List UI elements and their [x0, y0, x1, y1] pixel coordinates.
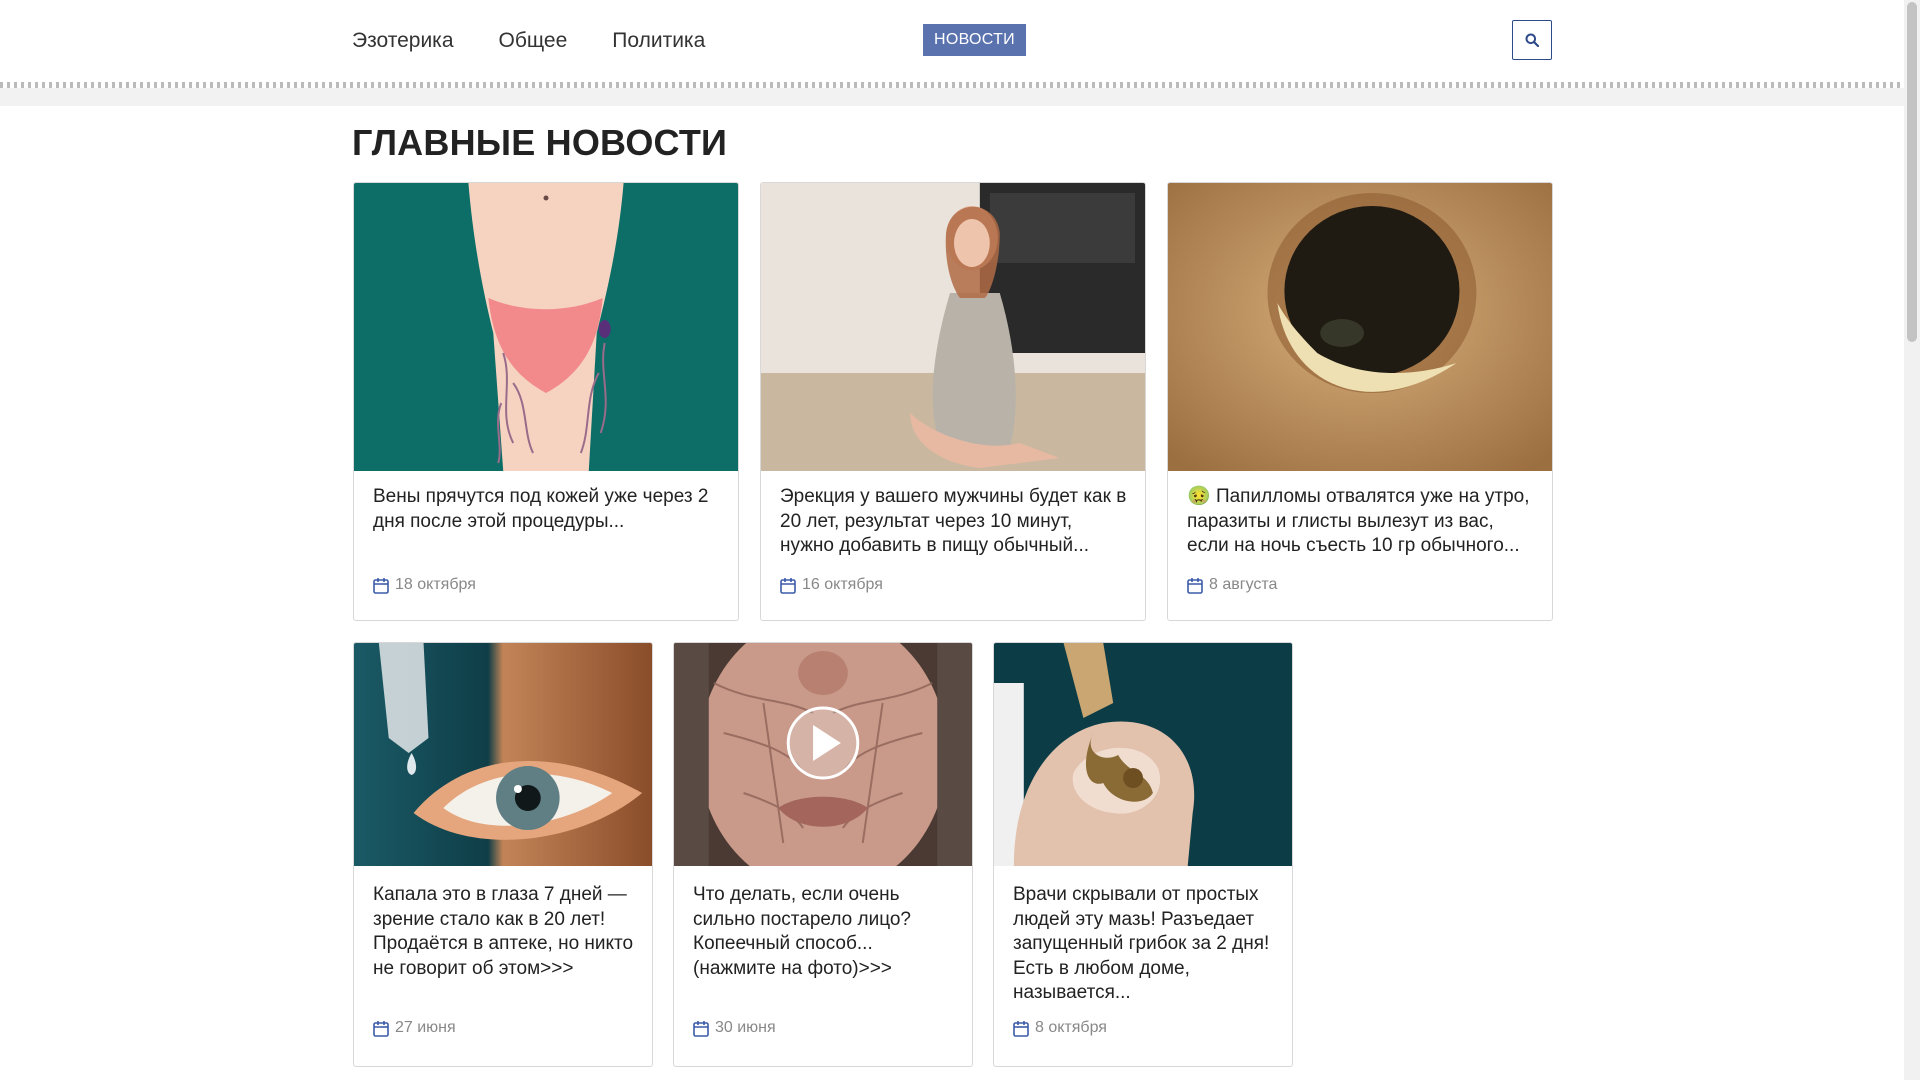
news-card[interactable]: Врачи скрывали от простых людей эту мазь…	[993, 642, 1293, 1067]
card-date: 16 октября	[780, 576, 883, 594]
card-title[interactable]: Что делать, если очень сильно постарело …	[693, 883, 956, 981]
page-scrollbar[interactable]	[1904, 0, 1920, 1080]
card-image-wrinkled-face[interactable]	[674, 643, 972, 866]
card-title[interactable]: Врачи скрывали от простых людей эту мазь…	[1013, 883, 1276, 1006]
scrollbar-thumb[interactable]	[1907, 2, 1917, 342]
card-title[interactable]: Вены прячутся под кожей уже через 2 дня …	[373, 485, 722, 534]
card-date: 18 октября	[373, 576, 476, 594]
news-card[interactable]: 🤢 Папилломы отвалятся уже на утро, параз…	[1167, 182, 1553, 621]
card-image-skin-closeup[interactable]	[1168, 183, 1552, 471]
search-icon	[1525, 33, 1539, 47]
card-date: 8 октября	[1013, 1019, 1107, 1037]
calendar-icon	[1013, 1020, 1029, 1037]
search-button[interactable]	[1512, 20, 1552, 60]
header-separator	[0, 88, 1904, 106]
nav-item-general[interactable]: Общее	[499, 26, 568, 56]
calendar-icon	[1187, 577, 1203, 594]
news-card[interactable]: Что делать, если очень сильно постарело …	[673, 642, 973, 1067]
nauseated-face-emoji: 🤢	[1187, 486, 1211, 507]
card-date-text: 8 августа	[1209, 576, 1278, 593]
nav-item-esoterics[interactable]: Эзотерика	[352, 26, 454, 56]
calendar-icon	[373, 577, 389, 594]
card-date-text: 27 июня	[395, 1019, 456, 1036]
calendar-icon	[373, 1020, 389, 1037]
news-card[interactable]: Вены прячутся под кожей уже через 2 дня …	[353, 182, 739, 621]
card-image-ointment[interactable]	[994, 643, 1292, 866]
card-title[interactable]: 🤢 Папилломы отвалятся уже на утро, параз…	[1187, 485, 1536, 559]
section-heading: ГЛАВНЫЕ НОВОСТИ	[352, 122, 728, 163]
card-date-text: 18 октября	[395, 576, 476, 593]
calendar-icon	[693, 1020, 709, 1037]
card-date: 27 июня	[373, 1019, 456, 1037]
card-date: 8 августа	[1187, 576, 1277, 594]
calendar-icon	[780, 577, 796, 594]
card-image-veins[interactable]	[354, 183, 738, 471]
card-date-text: 16 октября	[802, 576, 883, 593]
main-nav: Эзотерика Общее Политика	[352, 26, 705, 56]
news-card[interactable]: Капала это в глаза 7 дней — зрение стало…	[353, 642, 653, 1067]
card-image-woman[interactable]	[761, 183, 1145, 471]
news-badge[interactable]: НОВОСТИ	[923, 24, 1026, 56]
card-date: 30 июня	[693, 1019, 776, 1037]
card-image-eye-drops[interactable]	[354, 643, 652, 866]
card-title[interactable]: Эрекция у вашего мужчины будет как в 20 …	[780, 485, 1129, 559]
nav-item-politics[interactable]: Политика	[612, 26, 705, 56]
card-date-text: 8 октября	[1035, 1019, 1107, 1036]
top-navigation-bar: Эзотерика Общее Политика НОВОСТИ	[0, 0, 1904, 82]
card-date-text: 30 июня	[715, 1019, 776, 1036]
play-icon	[786, 706, 860, 780]
news-card[interactable]: Эрекция у вашего мужчины будет как в 20 …	[760, 182, 1146, 621]
card-title[interactable]: Капала это в глаза 7 дней — зрение стало…	[373, 883, 636, 981]
